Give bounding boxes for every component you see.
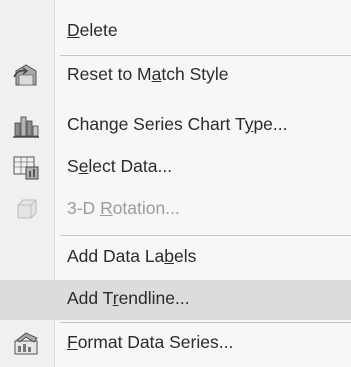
menu-item-add-data-labels[interactable]: Add Data Labels [0, 238, 351, 278]
context-menu: Delete Reset to Match Style Change Serie… [0, 0, 351, 367]
menu-item-label: Format Data Series... [67, 332, 234, 352]
menu-item-label: Reset to Match Style [67, 64, 229, 84]
menu-item-add-trendline[interactable]: Add Trendline... [0, 280, 351, 320]
menu-separator [60, 235, 351, 236]
menu-item-label: Change Series Chart Type... [67, 114, 288, 134]
menu-item-label: Add Data Labels [67, 246, 197, 266]
chart-type-icon [13, 116, 39, 138]
menu-item-label: Select Data... [67, 156, 173, 176]
menu-item-format-data-series[interactable]: Format Data Series... [0, 324, 351, 364]
reset-style-icon [13, 64, 37, 86]
menu-item-select-data[interactable]: Select Data... [0, 148, 351, 188]
menu-item-label: 3-D Rotation... [67, 198, 180, 218]
menu-item-label: Delete [67, 20, 118, 40]
menu-item-3d-rotation: 3-D Rotation... [0, 190, 351, 230]
select-data-icon [13, 156, 39, 180]
menu-item-change-series-chart-type[interactable]: Change Series Chart Type... [0, 106, 351, 146]
menu-separator [60, 322, 351, 323]
menu-item-delete[interactable]: Delete [0, 12, 351, 52]
menu-item-reset-to-match-style[interactable]: Reset to Match Style [0, 56, 351, 96]
format-series-icon [14, 332, 38, 355]
3d-rotation-icon [17, 199, 37, 219]
menu-item-label: Add Trendline... [67, 288, 190, 308]
